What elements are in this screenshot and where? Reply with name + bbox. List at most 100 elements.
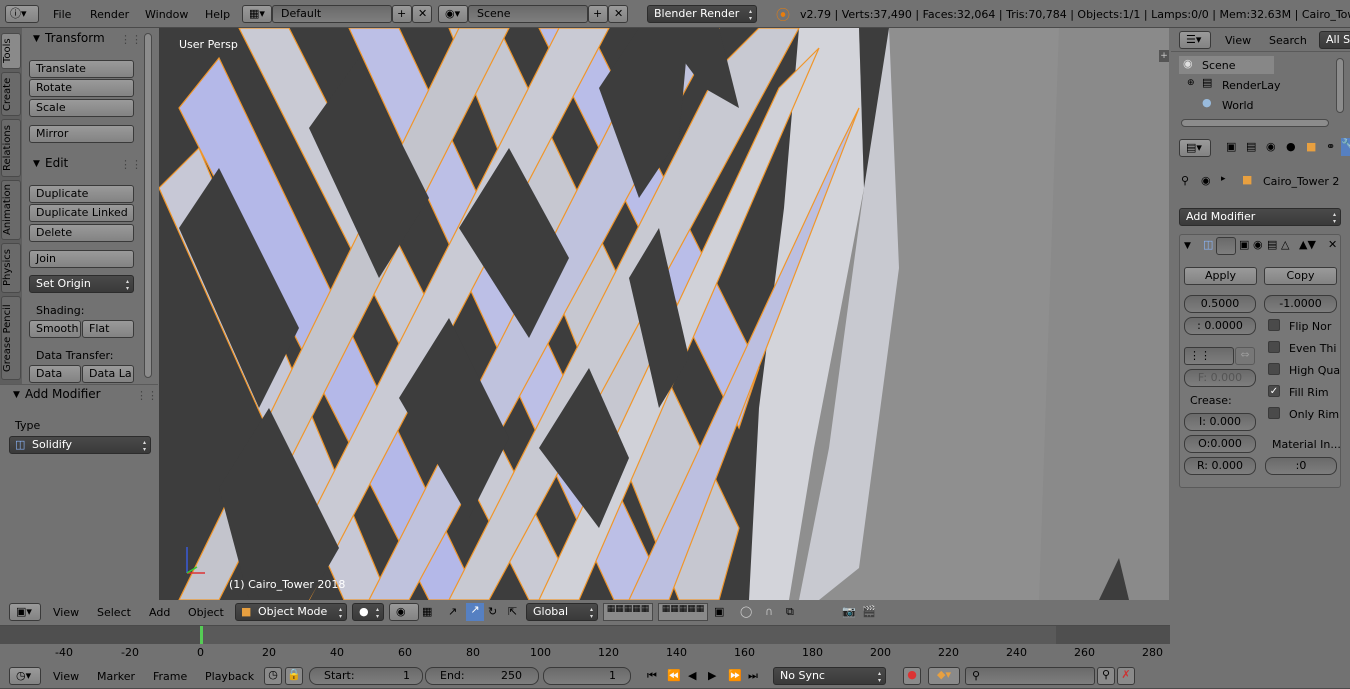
- keying-set-field[interactable]: ⚲: [965, 667, 1095, 685]
- pin-icon[interactable]: ⚲: [1181, 174, 1189, 187]
- 3d-viewport[interactable]: User Persp (1) Cairo_Tower 2018 +: [159, 28, 1169, 600]
- constraints-tab-icon[interactable]: ⚭: [1326, 140, 1335, 153]
- properties-editor-type-button[interactable]: ▤▾: [1179, 139, 1211, 157]
- even-thickness-checkbox[interactable]: [1268, 341, 1280, 353]
- outliner-item-renderlayers[interactable]: RenderLay: [1222, 79, 1281, 92]
- timeline-menu-view[interactable]: View: [53, 670, 79, 683]
- tab-relations[interactable]: Relations: [1, 119, 21, 177]
- insert-keyframe-icon[interactable]: ⚲: [1097, 667, 1115, 685]
- flat-shading-button[interactable]: Flat: [82, 320, 134, 338]
- data-layout-button[interactable]: Data La: [82, 365, 134, 383]
- copy-button[interactable]: Copy: [1264, 267, 1337, 285]
- tab-physics[interactable]: Physics: [1, 243, 21, 293]
- edit-panel-title[interactable]: Edit: [45, 156, 68, 170]
- 3d-view-editor-type-button[interactable]: ▣▾: [9, 603, 41, 621]
- scale-button[interactable]: Scale: [29, 99, 134, 117]
- modifiers-tab-icon[interactable]: 🔧: [1341, 138, 1350, 156]
- outliner-item-scene[interactable]: Scene: [1202, 59, 1236, 72]
- menu-file[interactable]: File: [53, 8, 71, 21]
- drag-handle-icon[interactable]: ⋮⋮: [120, 158, 142, 171]
- lock-layers-icon[interactable]: ▣: [714, 605, 724, 618]
- timeline-menu-frame[interactable]: Frame: [153, 670, 187, 683]
- play-icon[interactable]: ▶: [708, 669, 716, 682]
- jump-next-keyframe-icon[interactable]: ⏩: [728, 669, 742, 682]
- set-origin-dropdown[interactable]: Set Origin: [29, 275, 134, 293]
- info-editor-type-button[interactable]: ⓘ▾: [5, 5, 39, 23]
- data-transfer-button[interactable]: Data: [29, 365, 81, 383]
- high-quality-checkbox[interactable]: [1268, 363, 1280, 375]
- object-tab-icon[interactable]: ■: [1306, 140, 1316, 153]
- layers-grid-icon[interactable]: ▦▦▦▦▦: [603, 603, 653, 621]
- end-frame-field[interactable]: End: 250: [425, 667, 539, 685]
- render-tab-icon[interactable]: ▣: [1226, 140, 1236, 153]
- drag-handle-icon[interactable]: ⋮⋮: [136, 389, 158, 402]
- menu-window[interactable]: Window: [145, 8, 188, 21]
- vertex-group-field[interactable]: ⋮⋮: [1184, 347, 1234, 365]
- shell-field[interactable]: : 0.0000: [1184, 317, 1256, 335]
- proportional-editing-icon[interactable]: ◯: [740, 605, 752, 618]
- timeline-menu-playback[interactable]: Playback: [205, 670, 254, 683]
- outliner-menu-search[interactable]: Search: [1269, 34, 1307, 47]
- scale-manipulator-icon[interactable]: ⇱: [508, 605, 517, 618]
- mirror-button[interactable]: Mirror: [29, 125, 134, 143]
- smooth-shading-button[interactable]: Smooth: [29, 320, 81, 338]
- record-icon[interactable]: ●: [903, 667, 921, 685]
- delete-keyframe-icon[interactable]: ✗: [1117, 667, 1135, 685]
- cage-toggle-icon[interactable]: △: [1281, 238, 1289, 251]
- rotate-manipulator-icon[interactable]: ↻: [488, 605, 497, 618]
- world-tab-icon[interactable]: ●: [1286, 140, 1296, 153]
- screen-layout-icon-button[interactable]: ▦▾: [242, 5, 272, 23]
- 3d-menu-view[interactable]: View: [53, 606, 79, 619]
- axis-manipulator-icon[interactable]: ↗: [448, 605, 457, 618]
- viewport-toggle-icon[interactable]: ◉: [1253, 238, 1263, 251]
- modifier-name-field[interactable]: [1216, 237, 1236, 255]
- translate-manipulator-icon[interactable]: ↗: [466, 603, 484, 621]
- outliner-scrollbar-horizontal[interactable]: [1181, 119, 1329, 127]
- start-frame-field[interactable]: Start: 1: [309, 667, 423, 685]
- keying-set-icon[interactable]: ◆▾: [928, 667, 960, 685]
- drag-handle-icon[interactable]: ⋮⋮: [120, 33, 142, 46]
- scene-icon-button[interactable]: ◉▾: [438, 5, 468, 23]
- snap-magnet-icon[interactable]: ∩: [765, 605, 773, 618]
- 3d-menu-object[interactable]: Object: [188, 606, 224, 619]
- duplicate-linked-button[interactable]: Duplicate Linked: [29, 204, 134, 222]
- expand-icon[interactable]: ⊕: [1187, 78, 1195, 88]
- editmode-toggle-icon[interactable]: ▤: [1267, 238, 1277, 251]
- 3d-menu-select[interactable]: Select: [97, 606, 131, 619]
- remove-scene-button[interactable]: ✕: [608, 5, 628, 23]
- 3d-menu-add[interactable]: Add: [149, 606, 170, 619]
- tab-grease-pencil[interactable]: Grease Pencil: [1, 296, 21, 380]
- transform-orientation-dropdown[interactable]: Global: [526, 603, 598, 621]
- only-rim-checkbox[interactable]: [1268, 407, 1280, 419]
- screen-layout-field[interactable]: Default: [272, 5, 392, 23]
- toggle-properties-button[interactable]: +: [1159, 50, 1169, 62]
- menu-help[interactable]: Help: [205, 8, 230, 21]
- toolshelf-scrollbar[interactable]: [144, 33, 152, 378]
- tab-create[interactable]: Create: [1, 72, 21, 116]
- render-engine-dropdown[interactable]: Blender Render: [647, 5, 757, 23]
- timeline-area[interactable]: -40 -20 0 20 40 60 80 100 120 140 160 18…: [0, 626, 1170, 662]
- flip-normals-checkbox[interactable]: [1268, 319, 1280, 331]
- rotate-button[interactable]: Rotate: [29, 79, 134, 97]
- opengl-animation-icon[interactable]: 🎬: [862, 605, 876, 618]
- remove-layout-button[interactable]: ✕: [412, 5, 432, 23]
- viewport-shading-dropdown[interactable]: ●: [352, 603, 384, 621]
- fill-rim-checkbox[interactable]: ✓: [1268, 385, 1280, 397]
- outliner-scrollbar-vertical[interactable]: [1336, 58, 1344, 113]
- delete-button[interactable]: Delete: [29, 224, 134, 242]
- crease-inner-field[interactable]: I: 0.000: [1184, 413, 1256, 431]
- operator-collapse-icon[interactable]: ▼: [13, 390, 20, 400]
- current-frame-field[interactable]: 1: [543, 667, 631, 685]
- timeline-menu-marker[interactable]: Marker: [97, 670, 135, 683]
- layers-grid-icon[interactable]: ▦▦▦▦▦: [658, 603, 708, 621]
- invert-arrows-icon[interactable]: ⇔: [1235, 347, 1255, 365]
- apply-button[interactable]: Apply: [1184, 267, 1257, 285]
- pivot-point-button[interactable]: ◉: [389, 603, 419, 621]
- opengl-render-icon[interactable]: 📷: [842, 605, 856, 618]
- outliner-editor-type-button[interactable]: ☰▾: [1179, 31, 1211, 49]
- add-layout-button[interactable]: +: [392, 5, 412, 23]
- scene-field[interactable]: Scene: [468, 5, 588, 23]
- modifier-collapse-icon[interactable]: ▼: [1184, 241, 1191, 251]
- move-up-down-icon[interactable]: ▲▼: [1299, 238, 1316, 251]
- duplicate-button[interactable]: Duplicate: [29, 185, 134, 203]
